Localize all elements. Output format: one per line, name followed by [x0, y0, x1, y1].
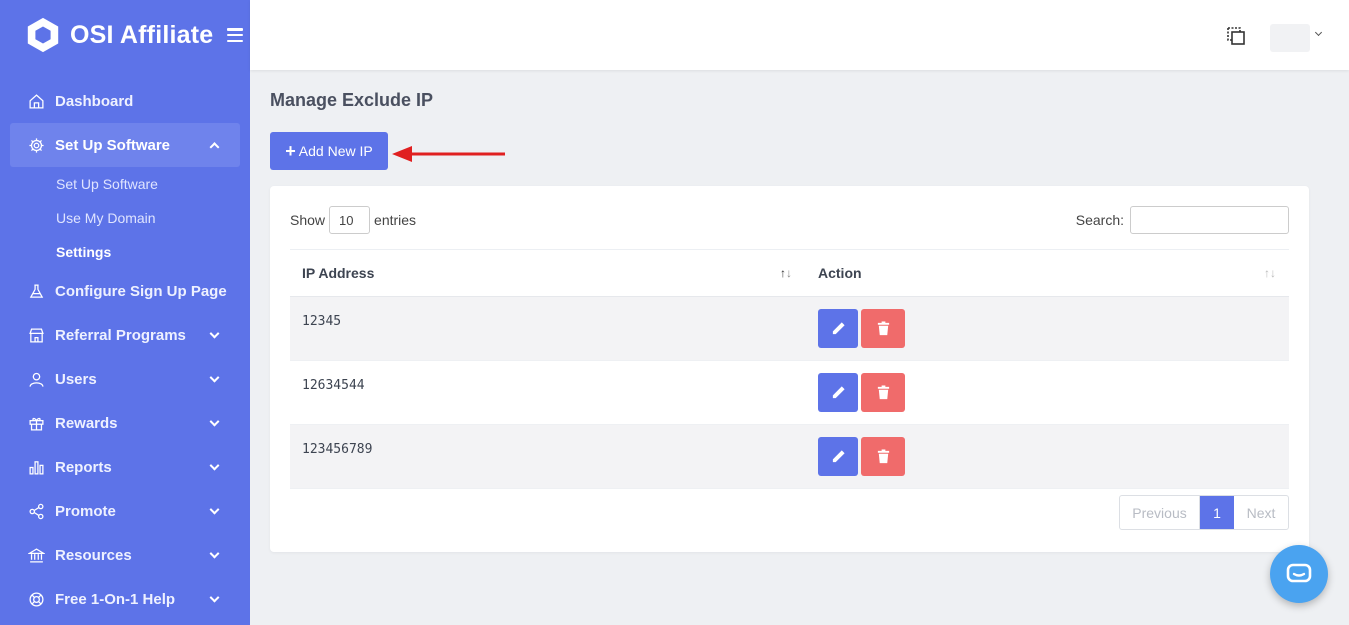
- bank-icon: [27, 546, 45, 564]
- sidebar-item-label: Configure Sign Up Page: [55, 282, 227, 300]
- ip-address-cell: 12345: [302, 314, 342, 329]
- chevron-down-icon: [209, 328, 220, 339]
- sidebar-item-configure-sign-up-page[interactable]: Configure Sign Up Page: [0, 269, 250, 313]
- topbar: [250, 0, 1349, 70]
- chat-icon: [1286, 563, 1312, 583]
- sidebar-item-free-help[interactable]: Free 1-On-1 Help: [0, 577, 250, 621]
- gift-icon: [27, 414, 45, 432]
- trash-icon: [877, 385, 889, 400]
- copy-icon[interactable]: [1226, 26, 1246, 46]
- table-header: IP Address ↑↓ Action ↑↓: [290, 250, 1289, 297]
- chevron-down-icon: [209, 592, 220, 603]
- chevron-down-icon: [209, 416, 220, 427]
- home-icon: [27, 92, 45, 110]
- trash-icon: [877, 449, 889, 464]
- sidebar-item-reports[interactable]: Reports: [0, 445, 250, 489]
- pencil-icon: [832, 450, 845, 463]
- lifebuoy-icon: [27, 590, 45, 608]
- table-search: Search:: [1076, 206, 1289, 234]
- sidebar-item-label: Free 1-On-1 Help: [55, 590, 176, 608]
- submenu-item-settings[interactable]: Settings: [0, 235, 250, 269]
- ip-table: IP Address ↑↓ Action ↑↓ 12345 12634544 1…: [290, 249, 1289, 489]
- edit-button[interactable]: [818, 309, 858, 348]
- sidebar-item-label: Reports: [55, 458, 112, 476]
- sidebar-item-label: Referral Programs: [55, 326, 186, 344]
- sidebar-item-promote[interactable]: Promote: [0, 489, 250, 533]
- chevron-up-icon: [209, 142, 220, 153]
- sort-icon[interactable]: ↑↓: [1264, 266, 1276, 280]
- add-new-ip-label: Add New IP: [298, 143, 373, 159]
- sidebar-item-dashboard[interactable]: Dashboard: [0, 79, 250, 123]
- delete-button[interactable]: [861, 309, 905, 348]
- pencil-icon: [832, 322, 845, 335]
- submenu-item-use-my-domain[interactable]: Use My Domain: [0, 201, 250, 235]
- store-icon: [27, 326, 45, 344]
- pagination-previous[interactable]: Previous: [1120, 496, 1200, 529]
- ip-address-cell: 123456789: [302, 442, 373, 457]
- exclude-ip-table-card: Show 10 entries Search: IP Address ↑↓ Ac…: [270, 186, 1309, 552]
- entries-label: entries: [374, 212, 417, 228]
- sidebar-item-label: Users: [55, 370, 97, 388]
- avatar[interactable]: [1270, 24, 1310, 52]
- sidebar-item-label: Resources: [55, 546, 132, 564]
- sidebar-item-users[interactable]: Users: [0, 357, 250, 401]
- annotation-arrow: [392, 146, 505, 162]
- sidebar-item-referral-programs[interactable]: Referral Programs: [0, 313, 250, 357]
- submenu-set-up-software: Set Up Software Use My Domain Settings: [0, 167, 250, 269]
- entries-select[interactable]: 10: [329, 206, 371, 234]
- chevron-down-icon: [209, 460, 220, 471]
- sidebar-item-label: Dashboard: [55, 92, 134, 110]
- show-label: Show: [290, 212, 326, 228]
- sidebar-item-resources[interactable]: Resources: [0, 533, 250, 577]
- table-row: 12634544: [290, 361, 1289, 425]
- pencil-icon: [832, 386, 845, 399]
- edit-button[interactable]: [818, 437, 858, 476]
- search-label: Search:: [1075, 212, 1124, 228]
- table-row: 12345: [290, 297, 1289, 361]
- share-icon: [27, 502, 45, 520]
- chevron-down-icon[interactable]: [1314, 28, 1323, 37]
- entries-length-control: Show 10 entries: [290, 206, 416, 234]
- bar-chart-icon: [27, 458, 45, 476]
- sidebar-item-rewards[interactable]: Rewards: [0, 401, 250, 445]
- menu-toggle-icon[interactable]: [227, 28, 244, 42]
- column-header-action[interactable]: Action: [818, 265, 862, 281]
- chevron-down-icon: [209, 548, 220, 559]
- table-row: 123456789: [290, 425, 1289, 489]
- delete-button[interactable]: [861, 437, 905, 476]
- user-icon: [27, 370, 45, 388]
- pagination: Previous 1 Next: [1119, 495, 1289, 530]
- sidebar-item-label: Promote: [55, 502, 116, 520]
- pagination-next[interactable]: Next: [1234, 496, 1288, 529]
- page-title: Manage Exclude IP: [270, 90, 434, 110]
- add-new-ip-button[interactable]: + Add New IP: [270, 132, 388, 170]
- column-header-ip-address[interactable]: IP Address: [302, 265, 374, 281]
- pagination-page[interactable]: 1: [1200, 496, 1234, 529]
- sidebar-item-label: Set Up Software: [55, 136, 171, 154]
- brand-name: OSI Affiliate: [70, 20, 214, 49]
- sidebar: OSI Affiliate Dashboard Set Up Software …: [0, 0, 250, 625]
- sidebar-nav: Dashboard Set Up Software Set Up Softwar…: [0, 79, 250, 621]
- search-input[interactable]: [1130, 206, 1289, 234]
- trash-icon: [877, 321, 889, 336]
- edit-button[interactable]: [818, 373, 858, 412]
- brand: OSI Affiliate: [0, 0, 250, 70]
- plus-icon: +: [285, 141, 296, 161]
- logo-icon: [27, 17, 59, 53]
- sort-icon[interactable]: ↑↓: [780, 266, 792, 280]
- flask-icon: [27, 282, 45, 300]
- chevron-down-icon: [209, 504, 220, 515]
- sidebar-item-label: Rewards: [55, 414, 118, 432]
- chevron-down-icon: [209, 372, 220, 383]
- submenu-item-set-up-software[interactable]: Set Up Software: [0, 167, 250, 201]
- ip-address-cell: 12634544: [302, 378, 365, 393]
- sidebar-item-set-up-software[interactable]: Set Up Software: [10, 123, 240, 167]
- chat-launcher-button[interactable]: [1270, 545, 1328, 603]
- delete-button[interactable]: [861, 373, 905, 412]
- gear-icon: [27, 136, 45, 154]
